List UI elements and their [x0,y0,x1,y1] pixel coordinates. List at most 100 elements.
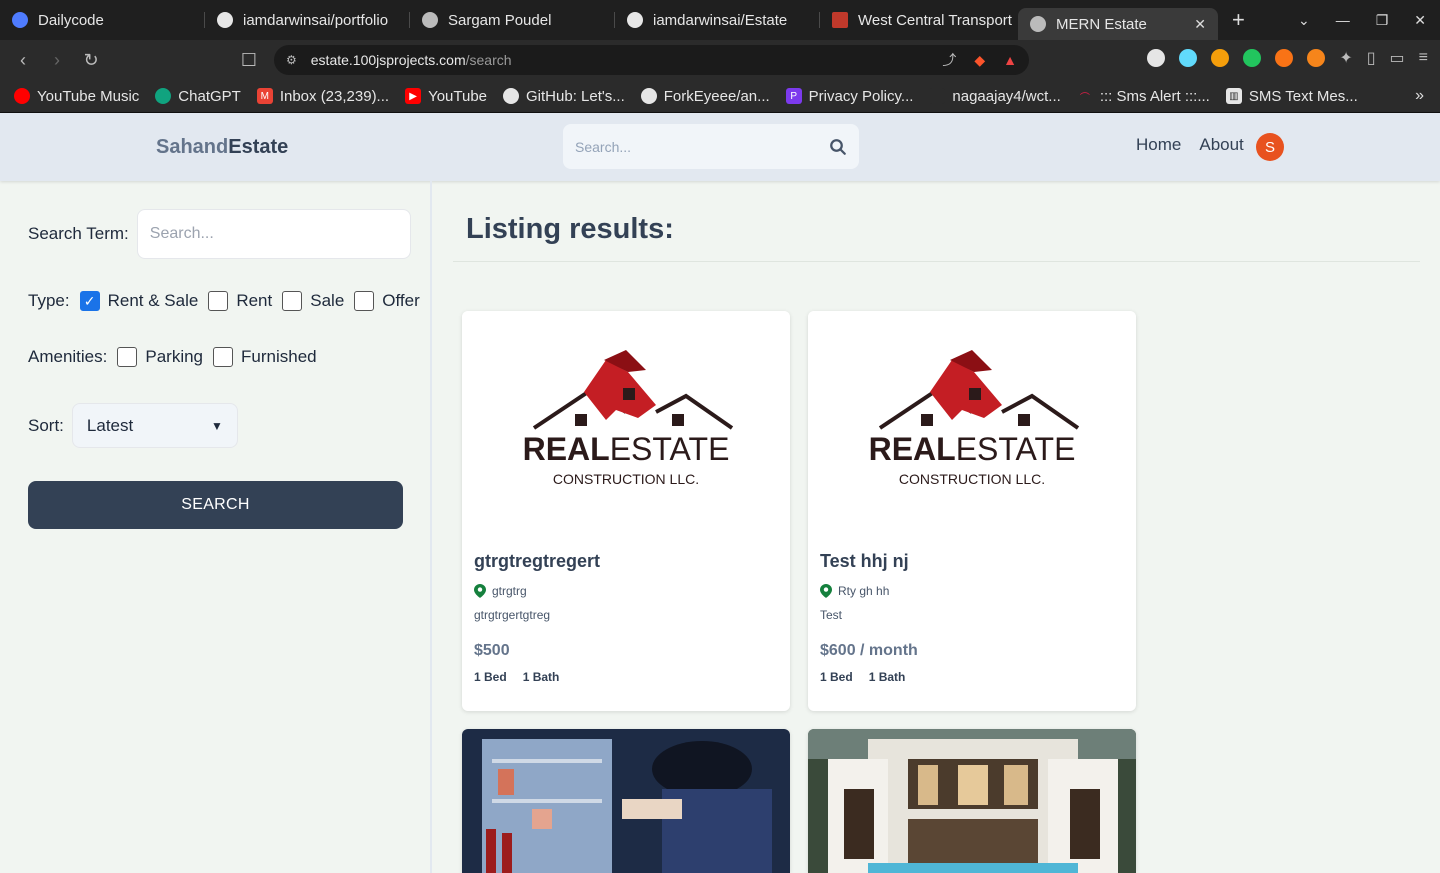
bookmark-icon[interactable]: ☐ [232,50,266,71]
maximize-icon[interactable]: ❐ [1376,12,1389,29]
new-tab-button[interactable]: + [1218,7,1259,33]
more-bookmarks-icon[interactable]: » [1415,87,1440,105]
browser-tab[interactable]: iamdarwinsai/portfolio [205,0,410,40]
header-search-input[interactable] [575,138,829,155]
bookmark-label: YouTube Music [37,87,140,105]
browser-tab-active[interactable]: MERN Estate ✕ [1018,8,1218,40]
logo-word-real: REAL [523,431,610,467]
svg-text:REALESTATE: REALESTATE [523,431,730,467]
header-search [563,124,859,169]
browser-tab[interactable]: Sargam Poudel [410,0,615,40]
avatar[interactable]: S [1256,133,1284,161]
bookmark-item[interactable]: nagaajay4/wct... [929,88,1061,105]
svg-text:REALESTATE: REALESTATE [869,431,1076,467]
bookmark-item[interactable]: ⌒::: Sms Alert :::... [1077,88,1210,105]
tab-title: MERN Estate [1056,15,1147,33]
forward-icon[interactable]: › [40,50,74,71]
extension-icon[interactable] [1275,49,1294,67]
bookmark-label: ForkEyeee/an... [663,87,770,105]
close-window-icon[interactable]: ✕ [1414,12,1426,29]
listing-card[interactable]: REALESTATE CONSTRUCTION LLC. Test hhj nj… [808,311,1136,711]
app-header: SahandEstate Home About S [0,113,1440,181]
listing-card[interactable] [462,729,790,873]
type-offer-label: Offer [382,291,420,310]
bookmark-label: ChatGPT [178,87,241,105]
sort-label: Sort: [28,415,64,435]
tab-title: iamdarwinsai/portfolio [243,11,389,29]
bookmark-item[interactable]: M Inbox (23,239)... [256,88,389,105]
listing-card[interactable] [808,729,1136,873]
listing-image [808,729,1136,873]
bookmark-item[interactable]: ForkEyeee/an... [640,87,770,105]
browser-tab[interactable]: iamdarwinsai/Estate [615,0,820,40]
type-rent-checkbox[interactable] [208,291,229,311]
search-button[interactable]: SEARCH [28,481,403,529]
extension-icon[interactable] [1147,49,1166,67]
globe-icon [422,12,438,28]
extension-icon[interactable] [1243,49,1262,67]
nav-home-link[interactable]: Home [1136,135,1181,155]
menu-icon[interactable]: ≡ [1419,49,1428,67]
divider [453,261,1420,262]
search-icon[interactable] [829,138,847,156]
type-offer-checkbox[interactable] [354,291,375,311]
bookmark-item[interactable]: P Privacy Policy... [785,88,913,105]
sms-alert-icon: ⌒ [1079,92,1090,104]
listing-image: REALESTATE CONSTRUCTION LLC. [808,311,1136,539]
listing-beds: 1 Bed [474,670,507,684]
puzzle-icon[interactable]: ✦ [1339,48,1352,68]
gmail-icon: M [256,88,273,104]
listing-beds: 1 Bed [820,670,853,684]
logo-word-estate: ESTATE [956,431,1076,467]
bookmark-item[interactable]: GitHub: Let's... [503,88,625,105]
listing-image [462,729,790,873]
share-icon[interactable]: ⤴ [942,50,956,70]
furnished-checkbox[interactable] [213,347,234,367]
page-icon [929,88,946,104]
github-icon [217,12,233,28]
parking-checkbox[interactable] [117,347,138,367]
site-logo[interactable]: SahandEstate [156,136,288,159]
cookie-icon[interactable] [1211,49,1230,67]
wallet-icon[interactable]: ▭ [1390,48,1405,68]
logo-subtitle: CONSTRUCTION LLC. [899,471,1045,487]
browser-tab[interactable]: Dailycode [0,0,205,40]
real-estate-logo: REALESTATE CONSTRUCTION LLC. [523,350,734,487]
minimize-icon[interactable]: — [1336,12,1350,28]
sort-select[interactable]: Latest ▼ [71,403,238,448]
bookmark-item[interactable]: ▶ YouTube [405,88,487,105]
logo-word-estate: ESTATE [610,431,730,467]
listing-card[interactable]: REALESTATE CONSTRUCTION LLC. gtrgtregtre… [462,311,790,711]
bookmark-label: YouTube [428,87,488,105]
type-sale-checkbox[interactable] [282,291,303,311]
brave-rewards-icon[interactable]: ▲ [1003,52,1017,68]
youtube-music-icon [14,88,30,104]
search-term-input[interactable] [136,209,411,259]
close-tab-icon[interactable]: ✕ [1194,16,1206,33]
listing-description: gtrgtrgertgtreg [474,608,551,622]
nav-about-link[interactable]: About [1199,135,1243,155]
listing-name: Test hhj nj [820,551,909,571]
address-bar[interactable]: ⚙ estate.100jsprojects.com/search ⤴ ◆ ▲ [274,45,1029,75]
back-icon[interactable]: ‹ [6,50,40,71]
bookmark-item[interactable]: ▥ SMS Text Mes... [1225,88,1358,105]
type-rent-sale-checkbox[interactable]: ✓ [79,291,100,311]
react-devtools-icon[interactable] [1179,49,1198,67]
metamask-icon[interactable] [1307,49,1326,67]
type-sale-label: Sale [310,291,345,310]
search-term-label: Search Term: [28,224,129,243]
filter-sidebar: Search Term: Type: ✓ Rent & Sale Rent Sa… [0,181,432,873]
privacy-policy-icon: P [785,88,802,104]
page-title: Listing results: [466,213,674,245]
bookmark-item[interactable]: ChatGPT [155,88,241,105]
site-settings-icon[interactable]: ⚙ [286,53,297,67]
browser-tab[interactable]: West Central Transport [820,0,1018,40]
brave-shield-icon[interactable]: ◆ [974,52,985,69]
bookmark-item[interactable]: YouTube Music [14,88,139,105]
github-icon [627,12,643,28]
tab-list-chevron-icon[interactable]: ⌄ [1298,12,1310,29]
type-label: Type: [28,291,70,310]
reload-icon[interactable]: ↻ [74,50,108,71]
listing-baths: 1 Bath [522,670,560,684]
sidebar-icon[interactable]: ▯ [1367,48,1376,68]
